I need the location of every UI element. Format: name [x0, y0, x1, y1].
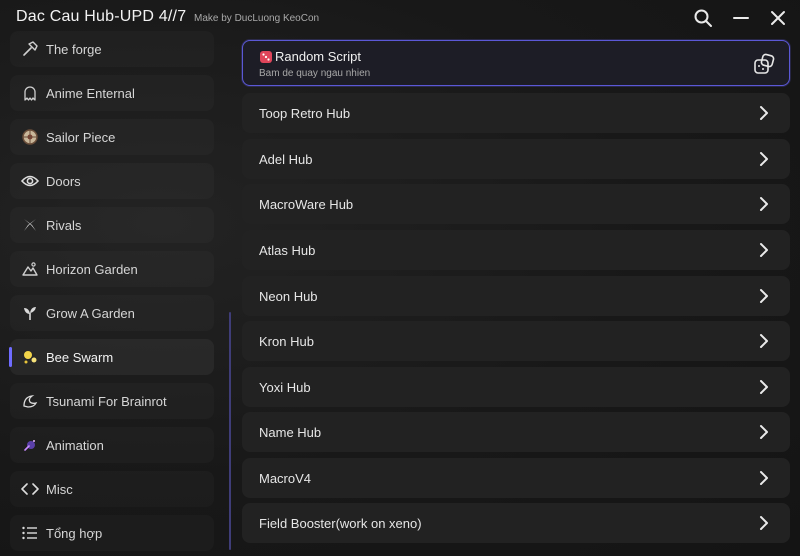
sidebar-item-label: Sailor Piece: [46, 129, 116, 145]
random-script-description: Bam de quay ngau nhien: [259, 68, 371, 79]
landscape-icon: [20, 259, 40, 279]
close-icon: [771, 11, 785, 25]
open-external-icon[interactable]: [753, 53, 775, 75]
script-name: MacroWare Hub: [259, 196, 354, 212]
script-name: Toop Retro Hub: [259, 105, 351, 121]
sprout-icon: [20, 303, 40, 323]
chevron-right-icon: [760, 243, 768, 257]
script-name: MacroV4: [259, 470, 312, 486]
app-title: Dac Cau Hub-UPD 4//7: [16, 8, 187, 25]
sidebar-item-label: Rivals: [46, 217, 82, 233]
sidebar-item-misc[interactable]: Misc: [10, 471, 214, 507]
script-name: Kron Hub: [259, 333, 314, 349]
sidebar-item-label: Misc: [46, 481, 73, 497]
script-item[interactable]: Kron Hub: [242, 321, 790, 361]
sidebar-item-label: Bee Swarm: [46, 349, 114, 365]
chevron-right-icon: [760, 380, 768, 394]
magic-icon: [20, 435, 40, 455]
script-item[interactable]: MacroV4: [242, 458, 790, 498]
active-indicator: [9, 347, 12, 367]
minimize-icon: [733, 17, 749, 19]
script-name: Atlas Hub: [259, 242, 316, 258]
random-script-title: Random Script: [275, 49, 361, 64]
sidebar-item-label: Horizon Garden: [46, 261, 138, 277]
minimize-button[interactable]: [729, 6, 753, 30]
sidebar-item-bee-swarm[interactable]: Bee Swarm: [9, 339, 214, 375]
list-icon: [20, 523, 40, 543]
sidebar-scrollbar[interactable]: [229, 312, 231, 550]
sidebar-item-grow-a-garden[interactable]: Grow A Garden: [10, 295, 214, 331]
sidebar-item-doors[interactable]: Doors: [10, 163, 214, 199]
ship-wheel-icon: [20, 127, 40, 147]
ghost-icon: [20, 83, 40, 103]
sidebar-item-the-forge[interactable]: The forge: [10, 31, 214, 67]
sidebar-item-label: Tsunami For Brainrot: [46, 393, 167, 409]
wave-icon: [20, 391, 40, 411]
script-name: Field Booster(work on xeno): [259, 515, 422, 531]
script-list: Random Script Bam de quay ngau nhien Too…: [242, 40, 792, 556]
chevron-right-icon: [760, 471, 768, 485]
app-window: Dac Cau Hub-UPD 4//7 Make by DucLuong Ke…: [0, 0, 800, 556]
sidebar-item-label: Grow A Garden: [46, 305, 135, 321]
script-item[interactable]: Neon Hub: [242, 276, 790, 316]
chevron-right-icon: [760, 516, 768, 530]
app-subtitle: Make by DucLuong KeoCon: [194, 13, 320, 24]
crossed-swords-icon: [20, 215, 40, 235]
dice-icon: [260, 51, 272, 63]
random-script-card[interactable]: Random Script Bam de quay ngau nhien: [242, 40, 790, 86]
sidebar-item-tong-hop[interactable]: Tổng hợp: [10, 515, 214, 551]
script-item[interactable]: Toop Retro Hub: [242, 93, 790, 133]
script-item[interactable]: MacroWare Hub: [242, 184, 790, 224]
sidebar-item-label: Tổng hợp: [46, 525, 103, 541]
search-icon: [694, 9, 712, 27]
sidebar-item-horizon-garden[interactable]: Horizon Garden: [10, 251, 214, 287]
script-name: Name Hub: [259, 424, 322, 440]
sidebar-item-label: Anime Enternal: [46, 85, 135, 101]
chevron-right-icon: [760, 197, 768, 211]
sidebar-item-rivals[interactable]: Rivals: [10, 207, 214, 243]
script-name: Yoxi Hub: [259, 379, 311, 395]
search-button[interactable]: [691, 6, 715, 30]
sidebar-item-animation[interactable]: Animation: [10, 427, 214, 463]
sidebar-item-label: The forge: [46, 41, 102, 57]
hammer-icon: [20, 39, 40, 59]
sidebar-item-label: Doors: [46, 173, 81, 189]
code-icon: [20, 479, 40, 499]
eye-icon: [20, 171, 40, 191]
script-item[interactable]: Atlas Hub: [242, 230, 790, 270]
sidebar-item-sailor-piece[interactable]: Sailor Piece: [10, 119, 214, 155]
sparkle-icon: [20, 347, 40, 367]
script-name: Neon Hub: [259, 288, 318, 304]
script-item[interactable]: Yoxi Hub: [242, 367, 790, 407]
chevron-right-icon: [760, 152, 768, 166]
sidebar: The forge Anime Enternal Sailor Piece Do…: [8, 30, 216, 556]
sidebar-item-label: Animation: [46, 437, 104, 453]
script-item[interactable]: Name Hub: [242, 412, 790, 452]
close-button[interactable]: [766, 6, 790, 30]
script-item[interactable]: Adel Hub: [242, 139, 790, 179]
sidebar-item-anime-enternal[interactable]: Anime Enternal: [10, 75, 214, 111]
chevron-right-icon: [760, 106, 768, 120]
script-name: Adel Hub: [259, 151, 313, 167]
chevron-right-icon: [760, 334, 768, 348]
chevron-right-icon: [760, 425, 768, 439]
chevron-right-icon: [760, 289, 768, 303]
script-item[interactable]: Field Booster(work on xeno): [242, 503, 790, 543]
sidebar-item-tsunami-for-brainrot[interactable]: Tsunami For Brainrot: [10, 383, 214, 419]
